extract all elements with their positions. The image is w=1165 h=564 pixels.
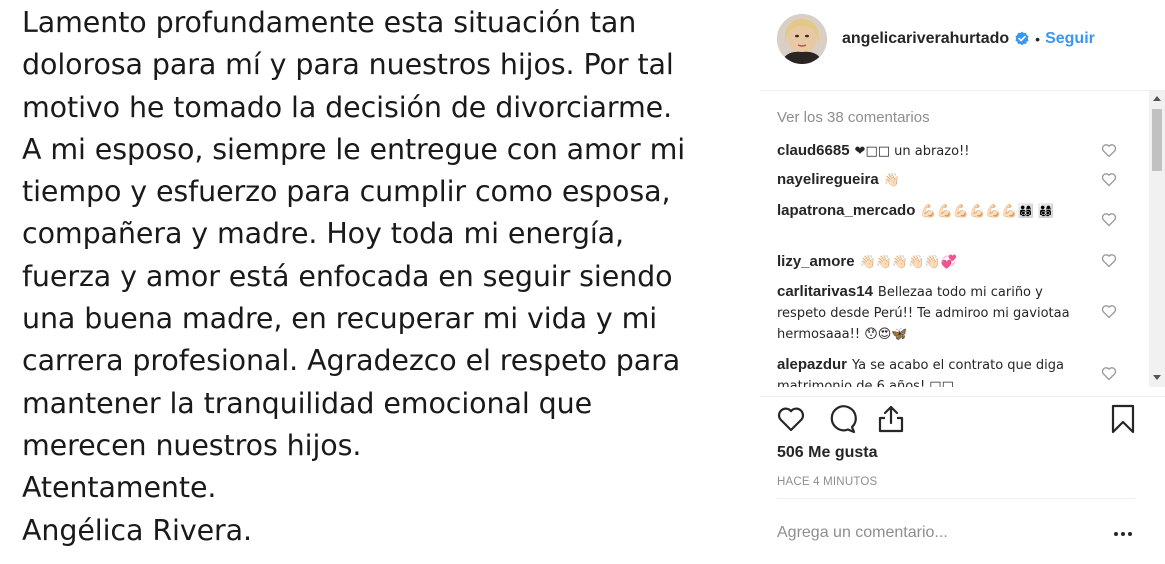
post-text-line: Lamento profundamente esta situación tan (22, 6, 637, 39)
post-text-line: fuerza y amor está enfocada en seguir si… (22, 259, 673, 293)
avatar[interactable] (777, 14, 827, 64)
comment-item: nayeliregueira 👋🏻 (777, 170, 1087, 191)
divider (777, 498, 1135, 499)
comment-username[interactable]: lapatrona_mercado (777, 202, 915, 219)
comment-like-heart-icon[interactable] (1101, 172, 1117, 187)
comment-like-heart-icon[interactable] (1101, 253, 1117, 268)
comment-bubble-icon[interactable] (826, 403, 858, 435)
post-text-line: motivo he tomado la decisión de divorcia… (22, 90, 673, 124)
post-text-line: compañera y madre. Hoy toda mi energía, (22, 217, 624, 251)
comment-like-heart-icon[interactable] (1101, 304, 1117, 319)
separator-dot: • (1035, 31, 1041, 47)
post-side-panel: angelicariverahurtado • Seguir Ver los 3… (760, 0, 1165, 564)
post-text-line: A mi esposo, siempre le entregue con amo… (22, 132, 686, 166)
share-upload-icon[interactable] (875, 403, 907, 435)
username-link[interactable]: angelicariverahurtado (842, 30, 1009, 48)
follow-button[interactable]: Seguir (1045, 30, 1095, 48)
scrollbar-thumb[interactable] (1152, 109, 1162, 171)
post-header: angelicariverahurtado • Seguir (760, 0, 1165, 80)
post-text: Lamento profundamente esta situación tan… (22, 2, 752, 552)
load-more-comments-link[interactable]: Ver los 38 comentarios (777, 109, 930, 126)
comment-item: alepazdur Ya se acabo el contrato que dig… (777, 355, 1087, 387)
comment-item: lizy_amore 👋🏻👋🏻👋🏻👋🏻👋🏻💞 (777, 252, 1087, 273)
comment-item: carlitarivas14 Bellezaa todo mi cariño y … (777, 282, 1087, 345)
comment-username[interactable]: alepazdur (777, 356, 847, 373)
comment-text: 👋🏻 (883, 173, 900, 188)
comment-text: 💪🏻💪🏻💪🏻💪🏻💪🏻💪🏻👨‍👩‍👦‍👦 👨‍👩‍👦‍👦 (920, 204, 1055, 219)
post-image[interactable]: Lamento profundamente esta situación tan… (0, 0, 760, 564)
comment-item: lapatrona_mercado 💪🏻💪🏻💪🏻💪🏻💪🏻💪🏻👨‍👩‍👦‍👦 👨‍👩… (777, 201, 1087, 222)
comment-username[interactable]: carlitarivas14 (777, 283, 873, 300)
comment-like-heart-icon[interactable] (1101, 366, 1117, 381)
comment-username[interactable]: claud6685 (777, 142, 850, 159)
verified-badge-icon (1014, 31, 1030, 47)
add-comment-input[interactable]: Agrega un comentario... (777, 524, 948, 542)
likes-count[interactable]: 506 Me gusta (777, 444, 877, 462)
comment-like-heart-icon[interactable] (1101, 212, 1117, 227)
post-timestamp[interactable]: HACE 4 MINUTOS (777, 476, 877, 488)
post-text-line: Angélica Rivera. (22, 513, 252, 547)
post-text-line: Atentamente. (22, 471, 217, 505)
comments-section: Ver los 38 comentarios claud6685 ❤□□ un a… (760, 90, 1165, 390)
post-text-line: merecen nuestros hijos. (22, 428, 362, 462)
post-actions-bar (760, 396, 1165, 440)
ellipsis-icon[interactable] (1111, 524, 1135, 544)
comment-item: claud6685 ❤□□ un abrazo!! (777, 141, 1087, 162)
post-text-line: mantener la tranquilidad emocional que (22, 386, 592, 420)
scroll-up-arrow-icon[interactable] (1153, 96, 1161, 101)
bookmark-icon[interactable] (1107, 403, 1139, 435)
post-text-line: una buena madre, en recuperar mi vida y … (22, 302, 658, 336)
comment-like-heart-icon[interactable] (1101, 143, 1117, 158)
scroll-down-arrow-icon[interactable] (1153, 375, 1161, 380)
post-text-line: tiempo y esfuerzo para cumplir como espo… (22, 175, 671, 209)
post-text-line: dolorosa para mí y para nuestros hijos. … (22, 48, 674, 82)
heart-outline-icon[interactable] (775, 403, 807, 435)
comment-text: 👋🏻👋🏻👋🏻👋🏻👋🏻💞 (859, 255, 957, 270)
username-row: angelicariverahurtado • Seguir (842, 30, 1095, 48)
comments-scroll-area[interactable]: Ver los 38 comentarios claud6685 ❤□□ un a… (760, 91, 1152, 387)
comment-text: ❤□□ un abrazo!! (854, 144, 970, 159)
post-text-line: carrera profesional. Agradezco el respet… (22, 344, 681, 378)
comment-username[interactable]: lizy_amore (777, 253, 855, 270)
comments-scrollbar[interactable] (1149, 91, 1165, 387)
comment-username[interactable]: nayeliregueira (777, 171, 879, 188)
